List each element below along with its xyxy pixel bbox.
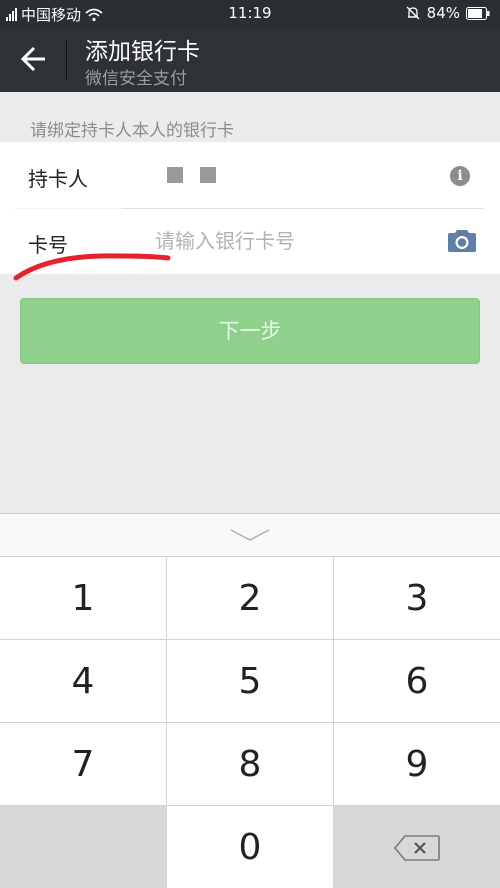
status-bar: 中国移动 11:19 84% xyxy=(0,0,500,26)
key-1[interactable]: 1 xyxy=(0,557,167,640)
red-underline-annotation xyxy=(13,253,171,281)
key-0[interactable]: 0 xyxy=(167,806,334,888)
holder-name-redacted xyxy=(167,167,183,183)
info-icon[interactable]: i xyxy=(450,166,470,186)
battery-percent: 84% xyxy=(426,4,460,22)
chevron-down-icon[interactable] xyxy=(230,528,270,542)
key-7[interactable]: 7 xyxy=(0,723,167,806)
back-arrow-icon[interactable] xyxy=(16,42,52,76)
backspace-icon xyxy=(393,835,440,861)
blank-key xyxy=(0,806,167,888)
header-divider xyxy=(66,40,67,80)
holder-name-redacted xyxy=(200,167,216,183)
key-8[interactable]: 8 xyxy=(167,723,334,806)
key-2[interactable]: 2 xyxy=(167,557,334,640)
page-title: 添加银行卡 xyxy=(85,39,200,65)
holder-label: 持卡人 xyxy=(28,167,88,191)
app-header: 添加银行卡 微信安全支付 xyxy=(0,26,500,92)
divider xyxy=(122,208,484,209)
battery-icon xyxy=(466,6,490,20)
key-4[interactable]: 4 xyxy=(0,640,167,723)
key-6[interactable]: 6 xyxy=(334,640,500,723)
next-step-button[interactable]: 下一步 xyxy=(20,298,480,364)
mute-bell-icon xyxy=(406,6,420,20)
bind-hint: 请绑定持卡人本人的银行卡 xyxy=(30,121,234,141)
numeric-keypad: 1 2 3 4 5 6 7 8 9 0 xyxy=(0,513,500,888)
card-number-input[interactable] xyxy=(155,226,425,256)
key-3[interactable]: 3 xyxy=(334,557,500,640)
keypad-top-bar xyxy=(0,514,500,557)
key-5[interactable]: 5 xyxy=(167,640,334,723)
divider xyxy=(14,208,122,209)
delete-key[interactable] xyxy=(334,806,500,888)
camera-icon[interactable] xyxy=(446,228,478,254)
key-9[interactable]: 9 xyxy=(334,723,500,806)
page-subtitle: 微信安全支付 xyxy=(85,69,187,89)
